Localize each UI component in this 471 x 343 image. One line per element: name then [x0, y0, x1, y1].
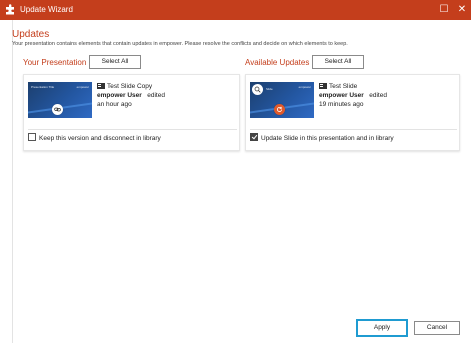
maximize-button[interactable]: ☐ — [437, 3, 451, 17]
app-puzzle-icon — [6, 4, 14, 15]
update-slide-label: Update Slide in this presentation and in… — [261, 135, 394, 142]
preview-magnifier-icon[interactable] — [252, 84, 263, 95]
thumbnail-title: Presentation Title — [31, 85, 55, 89]
page-description: Your presentation contains elements that… — [12, 41, 348, 47]
editor-line: empower User edited — [97, 91, 165, 100]
slide-icon — [97, 83, 105, 89]
card-divider — [28, 129, 237, 130]
window-title: Update Wizard — [20, 5, 73, 14]
slide-name: Test Slide Copy — [97, 82, 152, 91]
keep-version-checkbox[interactable] — [28, 133, 36, 141]
edit-time: 19 minutes ago — [319, 101, 364, 108]
apply-button[interactable]: Apply — [356, 319, 408, 337]
slide-name: Test Slide — [319, 82, 357, 91]
available-updates-label: Available Updates — [245, 58, 310, 67]
title-bar: Update Wizard ☐ ✕ — [0, 0, 471, 20]
update-slide-option[interactable]: Update Slide in this presentation and in… — [250, 133, 394, 145]
edit-action: edited — [369, 92, 387, 99]
update-slide-checkbox[interactable] — [250, 133, 258, 141]
editor-name: empower User — [97, 92, 142, 99]
editor-line: empower User edited — [319, 91, 387, 100]
slide-thumbnail: Slide empower — [250, 82, 314, 118]
edit-time: an hour ago — [97, 101, 132, 108]
slide-thumbnail: Presentation Title empower — [28, 82, 92, 118]
slide-icon — [319, 83, 327, 89]
card-divider — [250, 129, 457, 130]
keep-version-option[interactable]: Keep this version and disconnect in libr… — [28, 133, 161, 145]
select-all-your-presentation-button[interactable]: Select All — [89, 55, 141, 69]
editor-name: empower User — [319, 92, 364, 99]
edit-action: edited — [147, 92, 165, 99]
thumbnail-title: Slide — [266, 87, 273, 91]
thumbnail-brand: empower — [298, 85, 311, 89]
available-updates-card[interactable]: Slide empower Test Slide empower User ed… — [245, 74, 460, 151]
refresh-icon — [274, 104, 285, 115]
keep-version-label: Keep this version and disconnect in libr… — [39, 135, 161, 142]
thumbnail-brand: empower — [76, 85, 89, 89]
your-presentation-label: Your Presentation — [23, 58, 87, 67]
your-presentation-card[interactable]: Presentation Title empower Test Slide Co… — [23, 74, 240, 151]
select-all-available-updates-button[interactable]: Select All — [312, 55, 364, 69]
close-button[interactable]: ✕ — [455, 3, 469, 17]
cancel-button[interactable]: Cancel — [414, 321, 460, 335]
page-title: Updates — [12, 29, 50, 40]
main-panel — [12, 20, 471, 343]
link-broken-icon — [52, 104, 63, 115]
